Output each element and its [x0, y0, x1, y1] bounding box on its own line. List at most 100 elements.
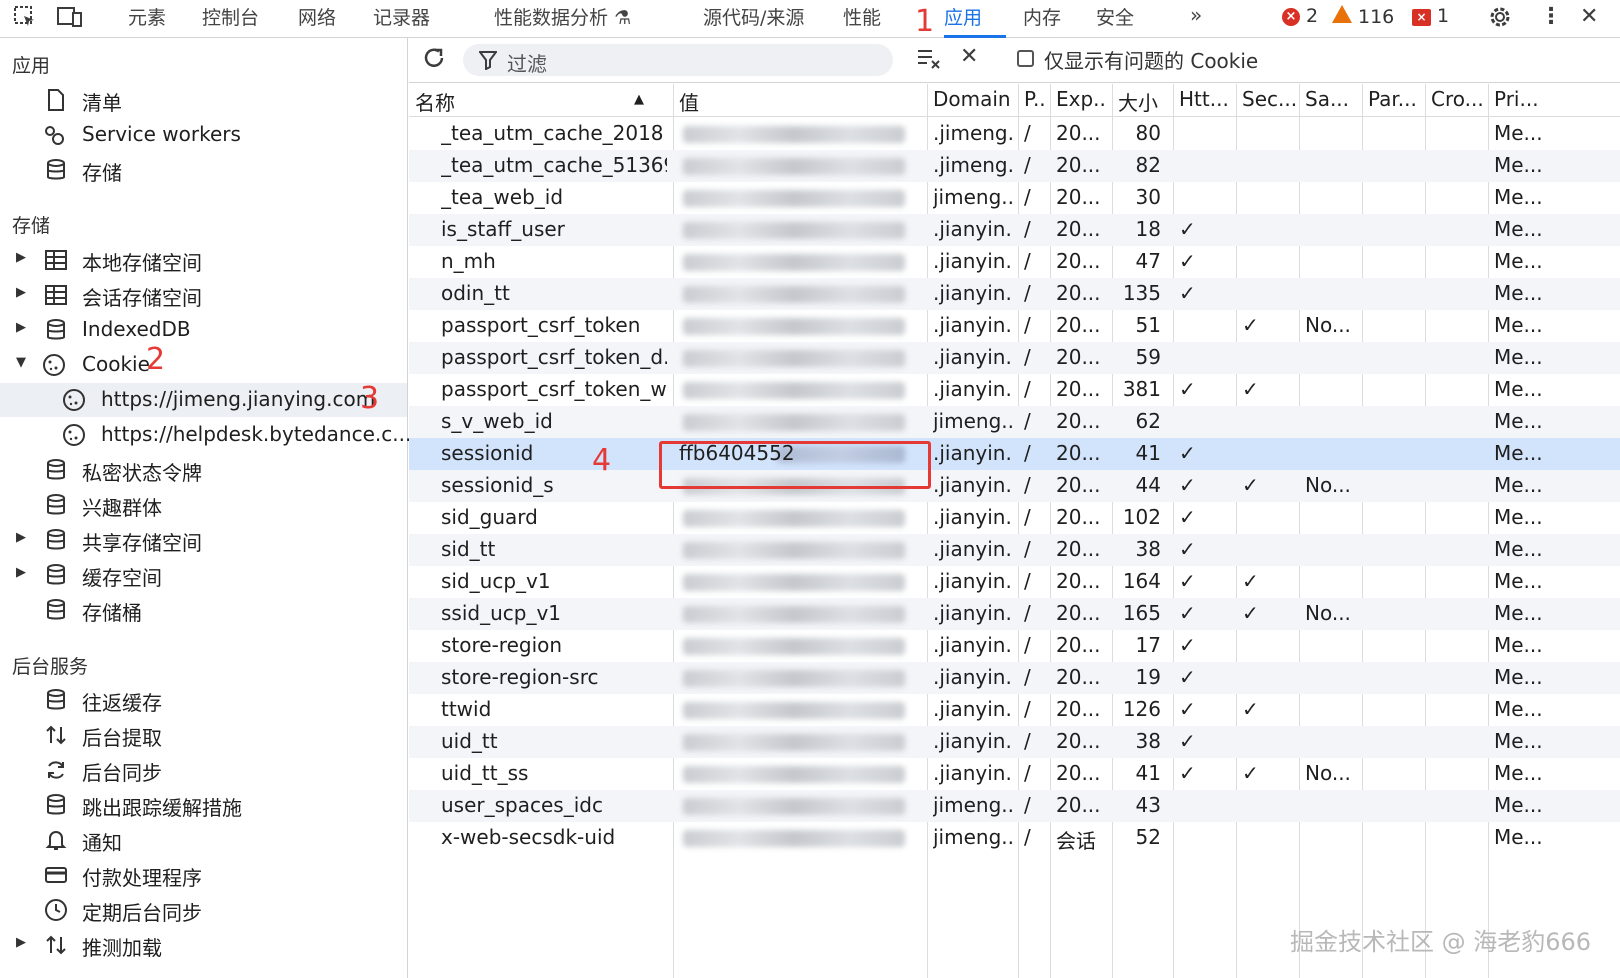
tab-performance-insights[interactable]: 性能数据分析 ⚗	[494, 3, 631, 30]
more-tabs-icon[interactable]: »	[1190, 3, 1202, 27]
expand-arrow-icon[interactable]: ▶	[16, 565, 26, 580]
table-row[interactable]: ttwid .jianyin... / 20... 126 ✓ ✓ Me...	[409, 694, 1620, 726]
table-row[interactable]: sid_ucp_v1 .jianyin... / 20... 164 ✓ ✓ Me...	[409, 566, 1620, 598]
sort-ascending-icon[interactable]: ▲	[634, 92, 644, 107]
clear-all-cookies-icon[interactable]	[915, 44, 943, 77]
column-header-domain[interactable]: Domain	[933, 87, 1014, 111]
sidebar-item-storage-buckets[interactable]: 存储桶	[0, 593, 407, 627]
delete-selected-icon[interactable]: ✕	[960, 44, 978, 69]
sidebar-item-cookie-helpdesk[interactable]: https://helpdesk.bytedance.c...	[0, 418, 411, 452]
table-row[interactable]: store-region .jianyin... / 20... 17 ✓ Me...	[409, 630, 1620, 662]
sidebar-item-speculative-loads[interactable]: ▶ 推测加载	[0, 928, 407, 962]
cell-priority: Me...	[1494, 697, 1543, 721]
table-row[interactable]: _tea_utm_cache_2018 .jimeng... / 20... 80 Me.…	[409, 118, 1620, 150]
table-row[interactable]: s_v_web_id jimeng.... / 20... 62 Me...	[409, 406, 1620, 438]
tab-recorder[interactable]: 记录器	[373, 3, 430, 30]
warning-count-badge[interactable]: 116	[1332, 5, 1394, 28]
expand-arrow-icon[interactable]: ▶	[16, 285, 26, 300]
table-row[interactable]: passport_csrf_token .jianyin... / 20... 51 ✓ N…	[409, 310, 1620, 342]
cell-secure: ✓	[1242, 761, 1259, 785]
cell-path: /	[1024, 313, 1031, 337]
table-row[interactable]: is_staff_user .jianyin... / 20... 18 ✓ Me...	[409, 214, 1620, 246]
sidebar-item-payment-handler[interactable]: 付款处理程序	[0, 858, 407, 892]
table-row[interactable]: sid_guard .jianyin... / 20... 102 ✓ Me...	[409, 502, 1620, 534]
table-row[interactable]: sid_tt .jianyin... / 20... 38 ✓ Me...	[409, 534, 1620, 566]
inspect-element-icon[interactable]	[12, 4, 38, 36]
sidebar-item-indexeddb[interactable]: ▶ IndexedDB	[0, 313, 407, 347]
column-header-priority[interactable]: Pri...	[1494, 87, 1616, 111]
cell-domain: .jianyin...	[933, 313, 1012, 337]
table-row[interactable]: ssid_ucp_v1 .jianyin... / 20... 165 ✓ ✓ No... Me…	[409, 598, 1620, 630]
cell-priority: Me...	[1494, 633, 1543, 657]
tab-performance[interactable]: 性能	[843, 3, 881, 30]
sidebar-item-shared-storage[interactable]: ▶ 共享存储空间	[0, 523, 407, 557]
column-header-value[interactable]: 值	[679, 87, 923, 116]
sidebar-item-local-storage[interactable]: ▶ 本地存储空间	[0, 243, 407, 277]
sidebar-item-notifications[interactable]: 通知	[0, 823, 407, 857]
table-row[interactable]: odin_tt .jianyin... / 20... 135 ✓ Me...	[409, 278, 1620, 310]
cell-name: store-region-src	[441, 665, 599, 689]
expand-arrow-icon[interactable]: ▶	[16, 320, 26, 335]
column-header-httponly[interactable]: Htt...	[1179, 87, 1232, 111]
tab-network[interactable]: 网络	[298, 3, 336, 30]
error-count-badge[interactable]: × 2	[1282, 5, 1318, 27]
table-row[interactable]: passport_csrf_token_w... .jianyin... / 20..…	[409, 374, 1620, 406]
device-toolbar-icon[interactable]	[56, 4, 84, 36]
sidebar-item-bounce-tracking[interactable]: 跳出跟踪缓解措施	[0, 788, 407, 822]
tab-memory[interactable]: 内存	[1023, 3, 1061, 30]
table-row[interactable]: _tea_web_id jimeng.... / 20... 30 Me...	[409, 182, 1620, 214]
sidebar-item-interest-groups[interactable]: 兴趣群体	[0, 488, 407, 522]
expand-arrow-icon[interactable]: ▶	[16, 935, 26, 950]
collapse-arrow-icon[interactable]: ▼	[16, 355, 26, 370]
filter-input[interactable]: 过滤	[463, 44, 893, 76]
column-header-cross-site[interactable]: Cro...	[1431, 87, 1484, 111]
issues-count-badge[interactable]: × 1	[1412, 5, 1449, 27]
table-row[interactable]: store-region-src .jianyin... / 20... 19 ✓ Me..…	[409, 662, 1620, 694]
tab-security[interactable]: 安全	[1096, 3, 1134, 30]
sidebar-item-manifest[interactable]: 清单	[0, 83, 407, 117]
table-row[interactable]: n_mh .jianyin... / 20... 47 ✓ Me...	[409, 246, 1620, 278]
only-issues-checkbox[interactable]	[1017, 50, 1034, 67]
tab-console[interactable]: 控制台	[202, 3, 259, 30]
tab-elements[interactable]: 元素	[128, 3, 166, 30]
expand-arrow-icon[interactable]: ▶	[16, 530, 26, 545]
sidebar-item-periodic-sync[interactable]: 定期后台同步	[0, 893, 407, 927]
expand-arrow-icon[interactable]: ▶	[16, 250, 26, 265]
sidebar-item-cookies[interactable]: ▼ Cookie 2	[0, 342, 407, 382]
cell-size: 44	[1135, 473, 1161, 497]
table-row[interactable]: x-web-secsdk-uid jimeng.... / 会话 52 Me...	[409, 822, 1620, 854]
column-header-samesite[interactable]: Sa...	[1305, 87, 1358, 111]
close-icon[interactable]: ✕	[1580, 4, 1598, 29]
column-header-expires[interactable]: Exp...	[1056, 87, 1108, 111]
sidebar-item-session-storage[interactable]: ▶ 会话存储空间	[0, 278, 407, 312]
cell-name: n_mh	[441, 249, 496, 273]
sidebar-item-cache-storage[interactable]: ▶ 缓存空间	[0, 558, 407, 592]
sidebar-item-background-fetch[interactable]: 后台提取	[0, 718, 407, 752]
column-header-name[interactable]: 名称	[415, 87, 669, 116]
sidebar-item-bfcache[interactable]: 往返缓存	[0, 683, 407, 717]
redacted-value	[683, 766, 905, 783]
cell-path: /	[1024, 217, 1031, 241]
column-header-path[interactable]: P...	[1024, 87, 1046, 111]
table-row[interactable]: user_spaces_idc jimeng.... / 20... 43 Me...	[409, 790, 1620, 822]
sidebar-item-storage[interactable]: 存储	[0, 153, 407, 187]
table-row[interactable]: uid_tt_ss .jianyin... / 20... 41 ✓ ✓ No... Me...	[409, 758, 1620, 790]
cell-domain: .jianyin...	[933, 473, 1012, 497]
refresh-icon[interactable]	[421, 45, 447, 76]
gear-icon[interactable]	[1487, 4, 1513, 36]
column-header-secure[interactable]: Sec...	[1242, 87, 1295, 111]
tab-application[interactable]: 应用	[944, 3, 982, 30]
tab-sources[interactable]: 源代码/来源	[703, 3, 804, 30]
table-row[interactable]: _tea_utm_cache_513695 .jimeng... / 20... 82 M…	[409, 150, 1620, 182]
table-row[interactable]: sessionidffb6404552.jianyin.../20...41✓M…	[409, 438, 1620, 470]
table-row[interactable]: uid_tt .jianyin... / 20... 38 ✓ Me...	[409, 726, 1620, 758]
sidebar-item-background-sync[interactable]: 后台同步	[0, 753, 407, 787]
sidebar-item-cookie-jimeng[interactable]: https://jimeng.jianying.com 3	[0, 381, 407, 417]
column-header-partition-key[interactable]: Par...	[1368, 87, 1421, 111]
table-row[interactable]: sessionid_s .jianyin... / 20... 44 ✓ ✓ No... Me.…	[409, 470, 1620, 502]
sidebar-item-private-state-tokens[interactable]: 私密状态令牌	[0, 453, 407, 487]
kebab-menu-icon[interactable]: ⋮	[1540, 4, 1562, 29]
table-row[interactable]: passport_csrf_token_d... .jianyin... / 20..…	[409, 342, 1620, 374]
column-header-size[interactable]: 大小	[1118, 87, 1169, 116]
sidebar-item-service-workers[interactable]: Service workers	[0, 118, 407, 152]
